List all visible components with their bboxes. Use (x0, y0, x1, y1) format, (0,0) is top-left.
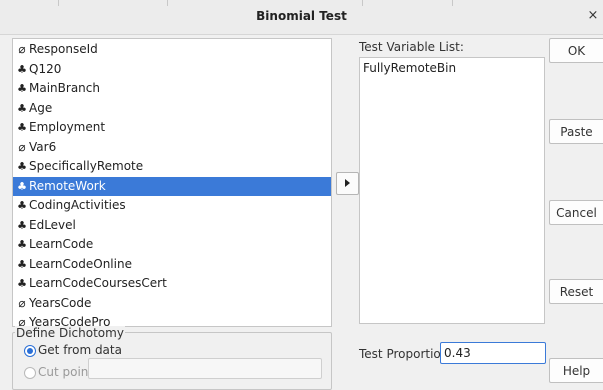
variable-list-item[interactable]: LearnCodeOnline (13, 255, 331, 274)
string-icon (16, 138, 28, 157)
test-proportion-input[interactable] (440, 342, 546, 364)
nominal-icon (16, 60, 28, 79)
dialog-titlebar: Binomial Test × (0, 0, 603, 35)
paste-button[interactable]: Paste (549, 119, 603, 144)
source-variable-list[interactable]: ResponseId Q120 MainBranch Age Employment Var… (12, 38, 332, 327)
variable-list-item[interactable]: Age (13, 99, 331, 118)
variable-list-item[interactable]: Q120 (13, 60, 331, 79)
variable-label: RemoteWork (29, 178, 106, 193)
nominal-icon (16, 196, 28, 215)
variable-list-item[interactable]: CodingActivities (13, 196, 331, 215)
variable-label: LearnCodeOnline (29, 256, 132, 271)
nominal-icon (16, 274, 28, 293)
variable-label: MainBranch (29, 81, 100, 95)
variable-list-item[interactable]: LearnCodeCoursesCert (13, 274, 331, 293)
nominal-icon (16, 235, 28, 254)
reset-button[interactable]: Reset (549, 279, 603, 304)
variable-label: ResponseId (29, 42, 98, 56)
test-proportion-label: Test Proportion: (359, 347, 453, 361)
nominal-icon (16, 216, 28, 235)
variable-list-item[interactable]: SpecificallyRemote (13, 157, 331, 176)
string-icon (16, 40, 28, 59)
define-dichotomy-legend: Define Dichotomy (15, 326, 125, 340)
variable-label: EdLevel (29, 217, 76, 232)
variable-list-item[interactable]: Employment (13, 118, 331, 137)
variable-label: LearnCode (29, 237, 94, 251)
titlebar-divider (58, 0, 59, 6)
nominal-icon (16, 99, 28, 118)
test-variable-list-label: Test Variable List: (359, 40, 464, 54)
variable-list-item[interactable]: YearsCode (13, 294, 331, 313)
nominal-icon (16, 79, 28, 98)
help-button[interactable]: Help (549, 358, 603, 383)
string-icon (16, 313, 28, 326)
variable-label: Q120 (29, 61, 62, 76)
nominal-icon (16, 118, 28, 137)
variable-list-item[interactable]: EdLevel (13, 216, 331, 235)
variable-label: Var6 (29, 139, 57, 154)
variable-label: LearnCodeCoursesCert (29, 276, 167, 290)
variable-list-item[interactable]: Var6 (13, 138, 331, 157)
cut-point-input[interactable] (88, 358, 322, 379)
variable-label: CodingActivities (29, 198, 126, 212)
titlebar-divider (452, 0, 453, 6)
string-icon (16, 294, 28, 313)
titlebar-divider (167, 0, 168, 6)
variable-list-item[interactable]: MainBranch (13, 79, 331, 98)
test-variable-item[interactable]: FullyRemoteBin (363, 61, 456, 75)
cancel-button[interactable]: Cancel (549, 200, 603, 225)
test-variable-list[interactable]: FullyRemoteBin (359, 57, 545, 324)
cut-point-radio[interactable] (24, 367, 36, 379)
variable-list-item[interactable]: YearsCodePro (13, 313, 331, 326)
arrow-right-icon (345, 179, 350, 187)
get-from-data-radio[interactable] (24, 345, 36, 357)
nominal-icon (16, 157, 28, 176)
variable-list-item[interactable]: LearnCode (13, 235, 331, 254)
variable-label: YearsCode (29, 295, 92, 310)
move-to-test-list-button[interactable] (336, 172, 359, 195)
dialog-title: Binomial Test (256, 9, 347, 23)
variable-list-item[interactable]: ResponseId (13, 40, 331, 59)
nominal-icon (16, 177, 28, 196)
nominal-icon (16, 255, 28, 274)
variable-label: Employment (29, 120, 106, 134)
ok-button[interactable]: OK (549, 38, 603, 63)
variable-label: SpecificallyRemote (29, 159, 144, 173)
variable-list-item[interactable]: RemoteWork (13, 176, 331, 196)
titlebar-divider (362, 0, 363, 6)
get-from-data-label: Get from data (38, 343, 122, 357)
close-icon[interactable]: × (585, 8, 601, 24)
variable-label: Age (29, 100, 53, 115)
